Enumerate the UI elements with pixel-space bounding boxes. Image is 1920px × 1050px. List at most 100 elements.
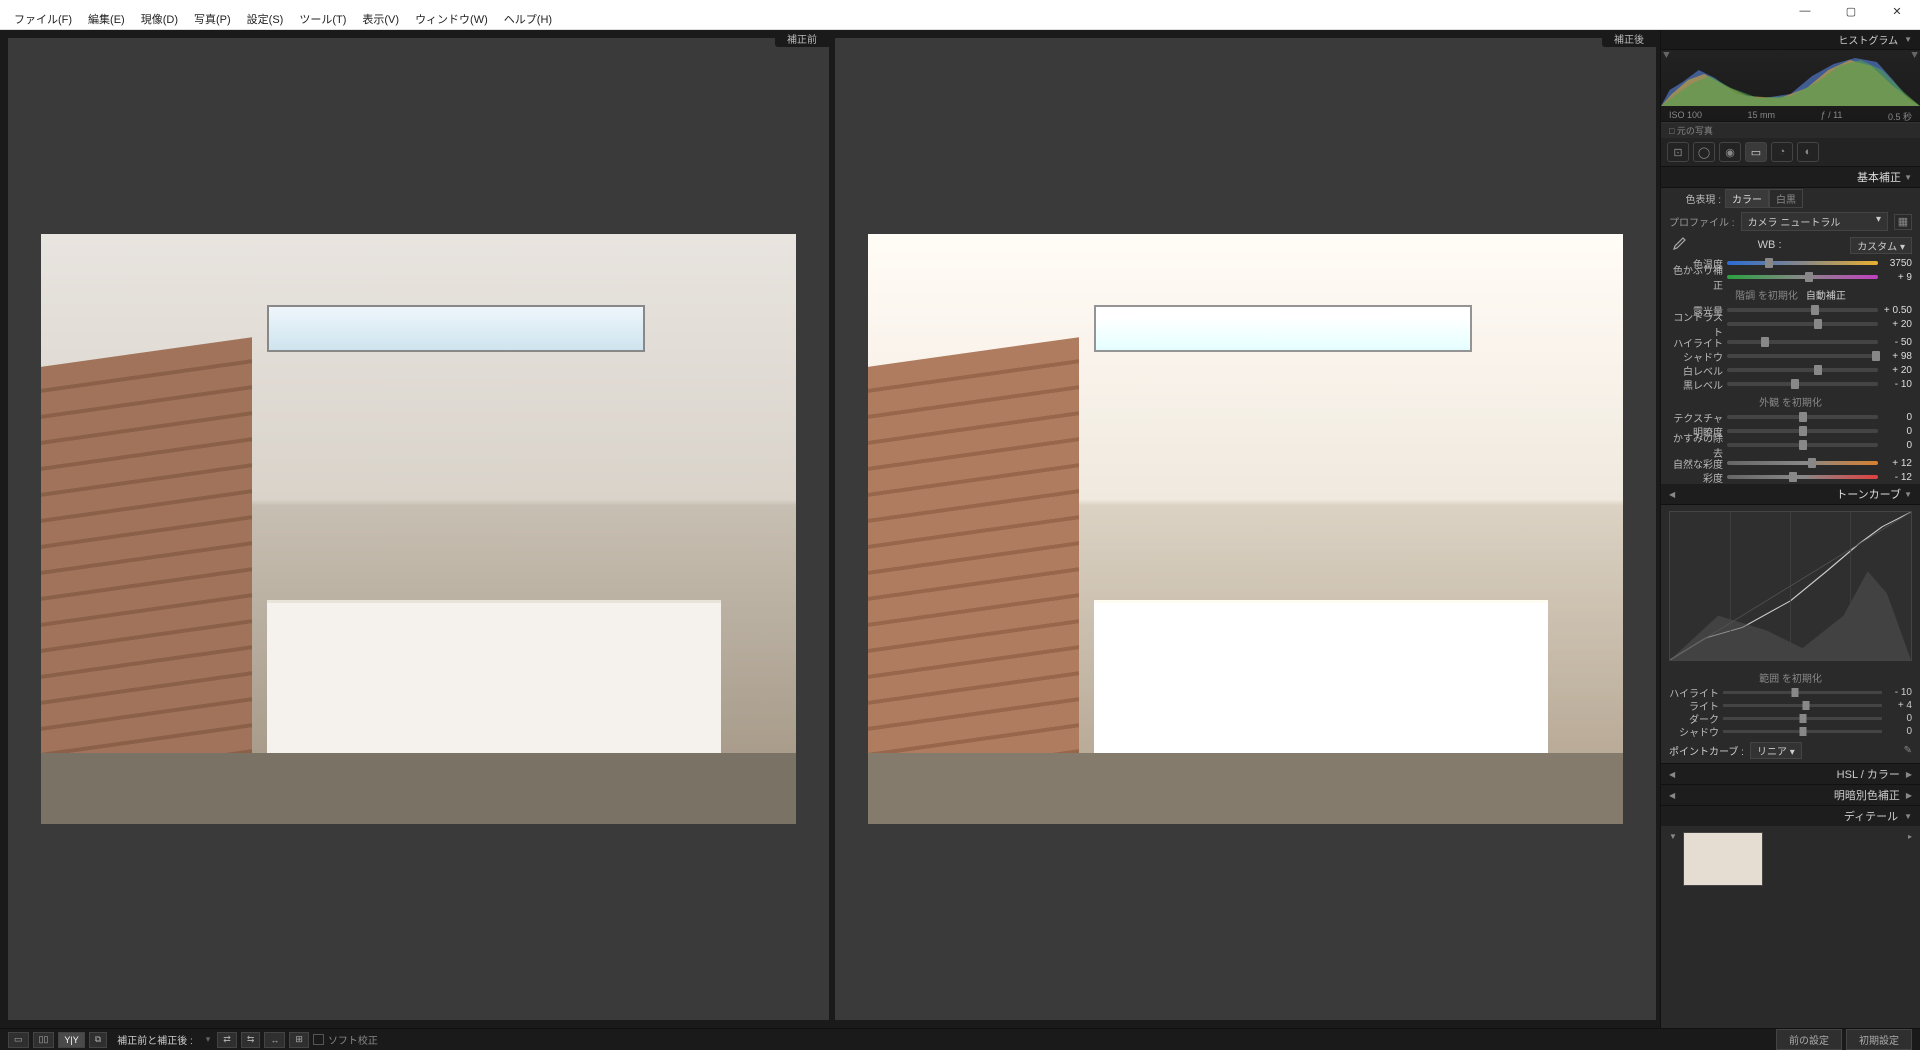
color-slider-0[interactable]: 自然な彩度+ 12 bbox=[1661, 456, 1920, 470]
auto-tone-button[interactable]: 自動補正 bbox=[1806, 287, 1846, 302]
swap-button-3[interactable]: ↔ bbox=[264, 1032, 285, 1048]
profile-browser-button[interactable]: ▦ bbox=[1894, 214, 1912, 230]
presence-reset-link[interactable]: 外観 を初期化 bbox=[1759, 394, 1822, 409]
menu-file[interactable]: ファイル(F) bbox=[6, 9, 80, 29]
crop-tool-brush[interactable]: ◐ bbox=[1797, 142, 1819, 162]
tone2-slider-0[interactable]: ハイライト - 50 bbox=[1661, 335, 1920, 349]
previous-settings-button[interactable]: 前の設定 bbox=[1776, 1029, 1842, 1050]
tone2-label-1: シャドウ bbox=[1669, 349, 1727, 364]
detail-panel-header[interactable]: ディテール▼ bbox=[1661, 805, 1920, 826]
view-loupe-button[interactable]: ▭ bbox=[8, 1032, 29, 1048]
hsl-panel-header[interactable]: ◀ HSL / カラー▶ bbox=[1661, 763, 1920, 784]
presence-slider-0[interactable]: テクスチャ0 bbox=[1661, 410, 1920, 424]
reset-settings-button[interactable]: 初期設定 bbox=[1846, 1029, 1912, 1050]
histogram-header[interactable]: ヒストグラム▼ bbox=[1661, 30, 1920, 50]
detail-nav-icon[interactable]: ▸ bbox=[1908, 832, 1912, 841]
view-before-after-lr-button[interactable]: ▯▯ bbox=[33, 1032, 55, 1048]
tone2-label-0: ハイライト bbox=[1669, 335, 1727, 350]
tone2-track-1[interactable] bbox=[1727, 354, 1878, 358]
menu-help[interactable]: ヘルプ(H) bbox=[496, 9, 560, 29]
after-label: 補正後 bbox=[1602, 30, 1656, 47]
split-toning-panel-header[interactable]: ◀ 明暗別色補正▶ bbox=[1661, 784, 1920, 805]
crop-tool-redeye[interactable]: ◉ bbox=[1719, 142, 1741, 162]
detail-preview-swatch[interactable] bbox=[1683, 832, 1763, 886]
tone-reset-link[interactable]: 階調 を初期化 bbox=[1735, 287, 1798, 302]
menu-develop[interactable]: 現像(D) bbox=[133, 9, 186, 29]
view-before-after-yy-button[interactable]: Y|Y bbox=[58, 1032, 84, 1048]
swap-button-1[interactable]: ⇄ bbox=[217, 1032, 237, 1048]
color-slider-1[interactable]: 彩度- 12 bbox=[1661, 470, 1920, 484]
tone-curve-graph[interactable] bbox=[1669, 511, 1912, 661]
treatment-bw-button[interactable]: 白黒 bbox=[1769, 189, 1803, 208]
view-before-after-split-button[interactable]: ⧉ bbox=[89, 1032, 107, 1048]
wb-slider-1[interactable]: 色かぶり補正+ 9 bbox=[1661, 270, 1920, 284]
tone-track-1[interactable] bbox=[1727, 322, 1878, 326]
tonecurve-range-reset-link[interactable]: 範囲 を初期化 bbox=[1759, 670, 1822, 685]
menu-photo[interactable]: 写真(P) bbox=[186, 9, 239, 29]
crop-tool-spot[interactable]: ◯ bbox=[1693, 142, 1715, 162]
pointcurve-edit-icon[interactable]: ✎ bbox=[1904, 745, 1912, 756]
presence-value-1[interactable]: 0 bbox=[1878, 426, 1912, 437]
window-close-button[interactable]: ✕ bbox=[1874, 0, 1920, 22]
tone-value-0[interactable]: + 0.50 bbox=[1878, 305, 1912, 316]
tone2-value-3[interactable]: - 10 bbox=[1878, 379, 1912, 390]
tone2-value-0[interactable]: - 50 bbox=[1878, 337, 1912, 348]
wb-dropdown[interactable]: カスタム ▾ bbox=[1850, 237, 1912, 254]
menu-settings[interactable]: 設定(S) bbox=[239, 9, 292, 29]
menu-window[interactable]: ウィンドウ(W) bbox=[407, 9, 496, 29]
tonecurve-panel-header[interactable]: ◀ トーンカーブ ▼ bbox=[1661, 484, 1920, 505]
tone-track-0[interactable] bbox=[1727, 308, 1878, 312]
wb-eyedropper-icon[interactable] bbox=[1669, 236, 1689, 254]
color-track-1[interactable] bbox=[1727, 475, 1878, 479]
before-photo bbox=[41, 234, 796, 823]
swap-button-2[interactable]: ⇆ bbox=[241, 1032, 261, 1048]
color-value-0[interactable]: + 12 bbox=[1878, 458, 1912, 469]
compare-prev-icon[interactable]: ▾ bbox=[203, 1034, 214, 1045]
softproof-checkbox[interactable]: ソフト校正 bbox=[313, 1032, 378, 1047]
tone2-track-0[interactable] bbox=[1727, 340, 1878, 344]
treatment-color-button[interactable]: カラー bbox=[1725, 189, 1769, 208]
crop-tool-gradient[interactable]: ▭ bbox=[1745, 142, 1767, 162]
detail-collapse-icon[interactable]: ▼ bbox=[1669, 832, 1677, 841]
wb-value-0[interactable]: 3750 bbox=[1878, 258, 1912, 269]
swap-button-4[interactable]: ⊞ bbox=[289, 1032, 309, 1048]
menu-edit[interactable]: 編集(E) bbox=[80, 9, 133, 29]
presence-track-0[interactable] bbox=[1727, 415, 1878, 419]
presence-slider-2[interactable]: かすみの除去0 bbox=[1661, 438, 1920, 452]
crop-tool-radial[interactable]: ◔ bbox=[1771, 142, 1793, 162]
tone-value-1[interactable]: + 20 bbox=[1878, 319, 1912, 330]
tone2-value-1[interactable]: + 98 bbox=[1878, 351, 1912, 362]
color-value-1[interactable]: - 12 bbox=[1878, 472, 1912, 483]
basic-panel-header[interactable]: 基本補正 ▼ bbox=[1661, 167, 1920, 188]
presence-value-0[interactable]: 0 bbox=[1878, 412, 1912, 423]
wb-track-0[interactable] bbox=[1727, 261, 1878, 265]
tone2-slider-2[interactable]: 白レベル+ 20 bbox=[1661, 363, 1920, 377]
compare-label: 補正前と補正後 : bbox=[111, 1032, 199, 1047]
wb-track-1[interactable] bbox=[1727, 275, 1878, 279]
crop-tool-frame[interactable]: ⊡ bbox=[1667, 142, 1689, 162]
profile-dropdown[interactable]: カメラ ニュートラル▾ bbox=[1741, 212, 1888, 231]
presence-track-1[interactable] bbox=[1727, 429, 1878, 433]
histogram-focal: 15 mm bbox=[1748, 110, 1776, 123]
tone-slider-1[interactable]: コントラスト+ 20 bbox=[1661, 317, 1920, 331]
window-minimize-button[interactable]: — bbox=[1782, 0, 1828, 22]
tone2-value-2[interactable]: + 20 bbox=[1878, 365, 1912, 376]
histogram-source[interactable]: □ 元の写真 bbox=[1661, 122, 1920, 138]
menu-tools[interactable]: ツール(T) bbox=[291, 9, 354, 29]
tone2-slider-3[interactable]: 黒レベル- 10 bbox=[1661, 377, 1920, 391]
window-maximize-button[interactable]: ▢ bbox=[1828, 0, 1874, 22]
presence-track-2[interactable] bbox=[1727, 443, 1878, 447]
treatment-label: 色表現 : bbox=[1669, 191, 1721, 206]
wb-value-1[interactable]: + 9 bbox=[1878, 272, 1912, 283]
before-pane[interactable]: 補正前 bbox=[8, 38, 829, 1020]
color-track-0[interactable] bbox=[1727, 461, 1878, 465]
after-pane[interactable]: 補正後 bbox=[829, 38, 1656, 1020]
tonecurve-range-3[interactable]: シャドウ0 bbox=[1661, 725, 1920, 738]
tone2-track-3[interactable] bbox=[1727, 382, 1878, 386]
histogram[interactable]: ISO 100 15 mm ƒ / 11 0.5 秒 bbox=[1661, 50, 1920, 122]
pointcurve-dropdown[interactable]: リニア ▾ bbox=[1750, 742, 1802, 759]
menu-view[interactable]: 表示(V) bbox=[354, 9, 407, 29]
tone2-track-2[interactable] bbox=[1727, 368, 1878, 372]
presence-value-2[interactable]: 0 bbox=[1878, 440, 1912, 451]
tone2-slider-1[interactable]: シャドウ + 98 bbox=[1661, 349, 1920, 363]
